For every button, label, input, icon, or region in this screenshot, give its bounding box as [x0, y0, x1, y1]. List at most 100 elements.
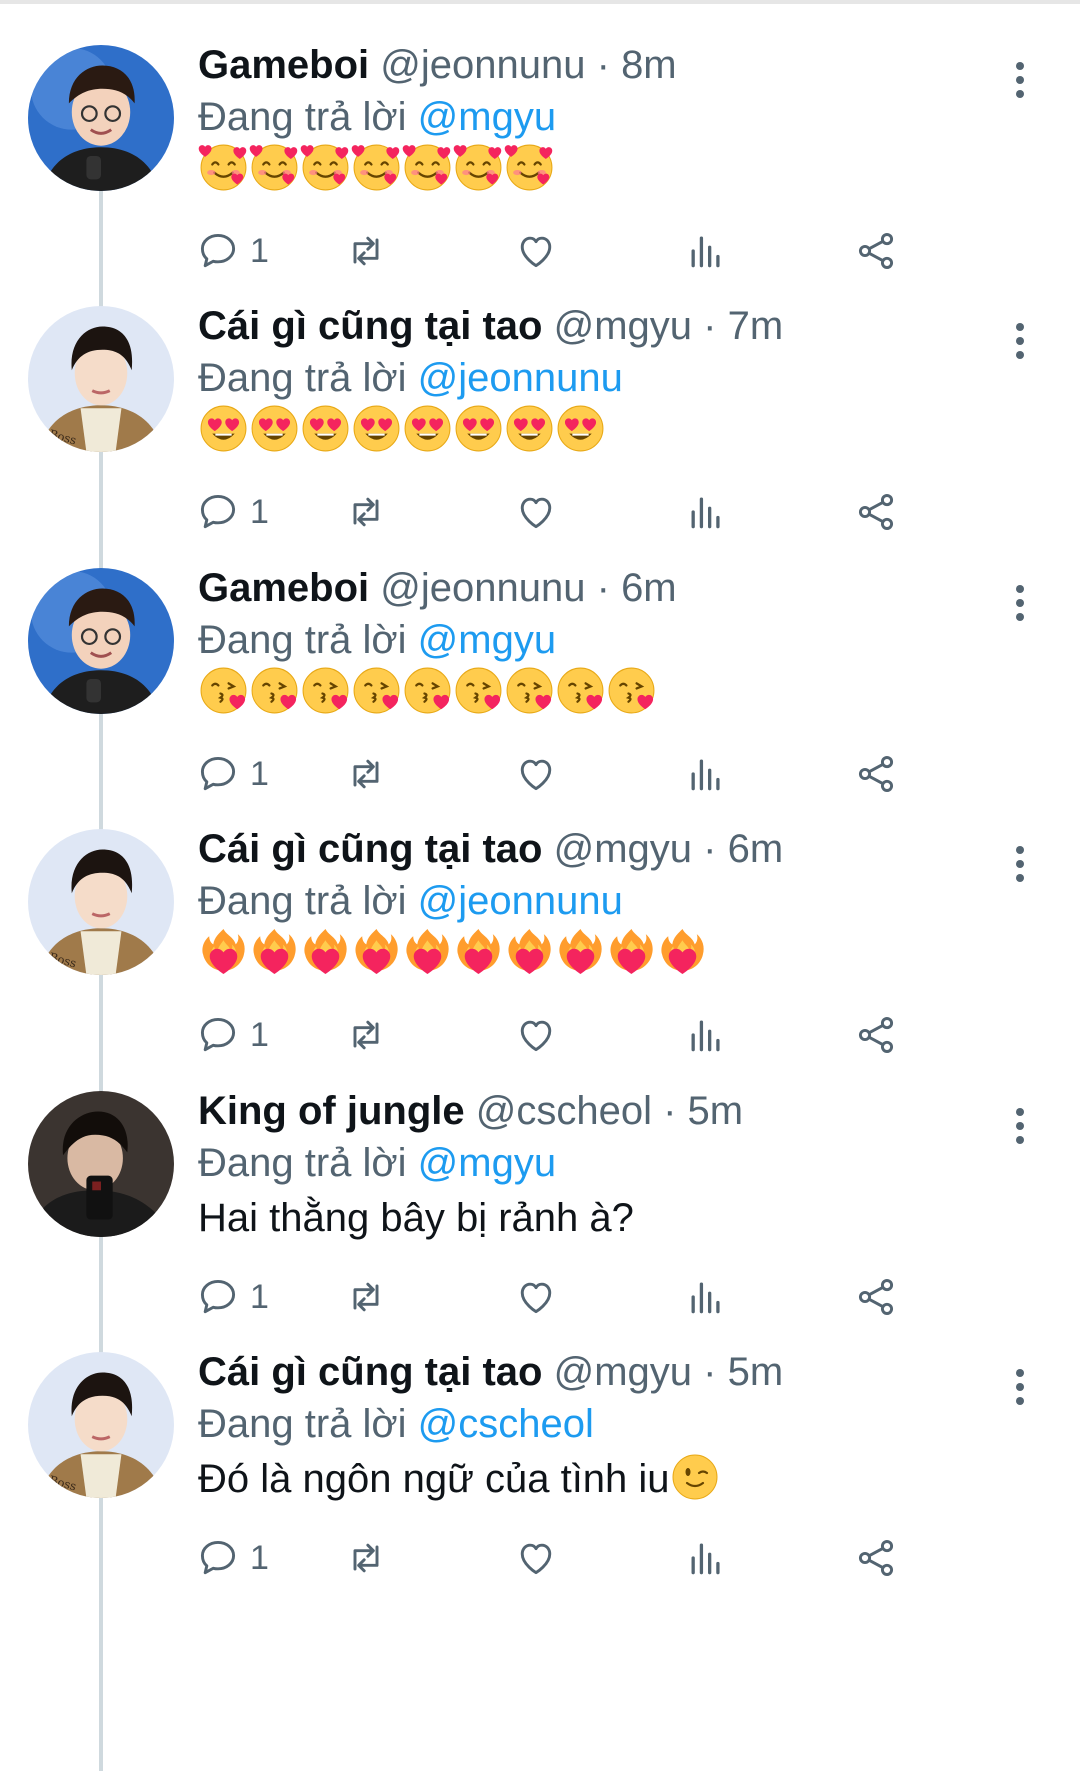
emoji-row [198, 665, 657, 716]
smiling-face-with-hearts-emoji [351, 142, 402, 193]
tweet[interactable]: Gameboi @jeonnunu · 8m Đang trả lời @mgy… [0, 0, 1080, 295]
face-blowing-kiss-emoji [300, 665, 351, 716]
smiling-face-with-hearts-emoji [300, 142, 351, 193]
heart-on-fire-emoji [453, 926, 504, 977]
heart-eyes-emoji [198, 403, 249, 454]
timestamp[interactable]: 6m [621, 566, 677, 610]
reply-count: 1 [250, 1538, 269, 1577]
timestamp[interactable]: 5m [688, 1089, 744, 1133]
avatar-gameboi[interactable] [28, 45, 174, 191]
display-name[interactable]: Cái gì cũng tại tao [198, 304, 542, 348]
tweet-content: Đó là ngôn ngữ của tình iu [198, 1451, 720, 1507]
tweet[interactable]: Gameboi @jeonnunu · 6m Đang trả lời @mgy… [0, 523, 1080, 818]
timestamp[interactable]: 6m [728, 827, 784, 871]
smiling-face-with-hearts-emoji [453, 142, 504, 193]
bar-chart-icon [691, 1543, 720, 1575]
replying-to: Đang trả lời @cscheol [198, 1399, 594, 1449]
user-handle[interactable]: @jeonnunu [380, 43, 585, 87]
smiling-face-with-hearts-emoji [198, 142, 249, 193]
display-name[interactable]: King of jungle [198, 1089, 465, 1133]
avatar-cscheol[interactable] [28, 1091, 174, 1237]
face-blowing-kiss-emoji [198, 665, 249, 716]
more-options-icon[interactable] [1004, 573, 1036, 633]
more-options-icon[interactable] [1004, 50, 1036, 110]
timestamp[interactable]: 8m [621, 43, 677, 87]
separator-dot: · [596, 43, 622, 87]
more-options-icon[interactable] [1004, 311, 1036, 371]
more-options-icon[interactable] [1004, 1357, 1036, 1417]
reply-mention-link[interactable]: @jeonnunu [418, 879, 623, 923]
separator-dot: · [663, 1089, 688, 1133]
avatar-gameboi[interactable] [28, 568, 174, 714]
separator-dot: · [703, 827, 728, 871]
retweet-button[interactable] [344, 1533, 388, 1583]
more-options-icon[interactable] [1004, 834, 1036, 894]
heart-eyes-emoji [555, 403, 606, 454]
heart-on-fire-emoji [504, 926, 555, 977]
heart-on-fire-emoji [249, 926, 300, 977]
display-name[interactable]: Cái gì cũng tại tao [198, 827, 542, 871]
display-name[interactable]: Gameboi [198, 43, 369, 87]
heart-icon [520, 1543, 552, 1575]
reply-mention-link[interactable]: @cscheol [418, 1402, 594, 1446]
share-button[interactable] [854, 1533, 898, 1583]
user-handle[interactable]: @cscheol [476, 1089, 652, 1133]
tweet[interactable]: Boss Cái gì cũng tại tao @mgyu · 6m Đang… [0, 784, 1080, 1079]
separator-dot: · [596, 566, 622, 610]
heart-eyes-emoji [249, 403, 300, 454]
winking-face-emoji [670, 1454, 720, 1501]
replying-to-label: Đang trả lời [198, 1141, 407, 1185]
reply-mention-link[interactable]: @mgyu [418, 1141, 556, 1185]
face-blowing-kiss-emoji [249, 665, 300, 716]
tweet-header: Cái gì cũng tại tao @mgyu · 6m [198, 824, 783, 874]
heart-eyes-emoji [402, 403, 453, 454]
heart-on-fire-emoji [402, 926, 453, 977]
tweet[interactable]: Boss Cái gì cũng tại tao @mgyu · 7m Đang… [0, 261, 1080, 556]
avatar-mgyu[interactable]: Boss [28, 1352, 174, 1498]
tweet-text: Hai thằng bây bị rảnh à? [198, 1196, 634, 1240]
like-button[interactable] [514, 1533, 558, 1583]
tweet[interactable]: King of jungle @cscheol · 5m Đang trả lờ… [0, 1046, 1080, 1341]
tweet-header: Cái gì cũng tại tao @mgyu · 7m [198, 301, 783, 351]
more-options-icon[interactable] [1004, 1096, 1036, 1156]
tweet[interactable]: Boss Cái gì cũng tại tao @mgyu · 5m Đang… [0, 1307, 1080, 1602]
heart-eyes-emoji [351, 403, 402, 454]
heart-eyes-emoji [453, 403, 504, 454]
emoji-row [198, 403, 606, 454]
user-handle[interactable]: @jeonnunu [380, 566, 585, 610]
tweet-content [198, 142, 555, 193]
face-blowing-kiss-emoji [606, 665, 657, 716]
replying-to: Đang trả lời @jeonnunu [198, 353, 623, 403]
retweet-icon [353, 1543, 379, 1573]
reply-button[interactable]: 1 [196, 1533, 269, 1583]
face-blowing-kiss-emoji [402, 665, 453, 716]
heart-on-fire-emoji [351, 926, 402, 977]
heart-eyes-emoji [300, 403, 351, 454]
reply-mention-link[interactable]: @mgyu [418, 618, 556, 662]
avatar-mgyu[interactable]: Boss [28, 306, 174, 452]
display-name[interactable]: Gameboi [198, 566, 369, 610]
replying-to-label: Đang trả lời [198, 356, 407, 400]
face-blowing-kiss-emoji [504, 665, 555, 716]
tweet-header: Gameboi @jeonnunu · 6m [198, 563, 677, 613]
replying-to: Đang trả lời @mgyu [198, 92, 556, 142]
timestamp[interactable]: 5m [728, 1350, 784, 1394]
replying-to-label: Đang trả lời [198, 879, 407, 923]
views-button[interactable] [684, 1533, 728, 1583]
replying-to-label: Đang trả lời [198, 1402, 407, 1446]
user-handle[interactable]: @mgyu [554, 304, 692, 348]
display-name[interactable]: Cái gì cũng tại tao [198, 1350, 542, 1394]
reply-mention-link[interactable]: @jeonnunu [418, 356, 623, 400]
face-blowing-kiss-emoji [453, 665, 504, 716]
reply-mention-link[interactable]: @mgyu [418, 95, 556, 139]
tweet-content [198, 403, 606, 454]
timestamp[interactable]: 7m [728, 304, 784, 348]
replying-to-label: Đang trả lời [198, 618, 407, 662]
user-handle[interactable]: @mgyu [554, 1350, 692, 1394]
face-blowing-kiss-emoji [555, 665, 606, 716]
avatar-mgyu[interactable]: Boss [28, 829, 174, 975]
user-handle[interactable]: @mgyu [554, 827, 692, 871]
tweet-content: Hai thằng bây bị rảnh à? [198, 1190, 634, 1246]
heart-on-fire-emoji [300, 926, 351, 977]
replying-to: Đang trả lời @mgyu [198, 615, 556, 665]
